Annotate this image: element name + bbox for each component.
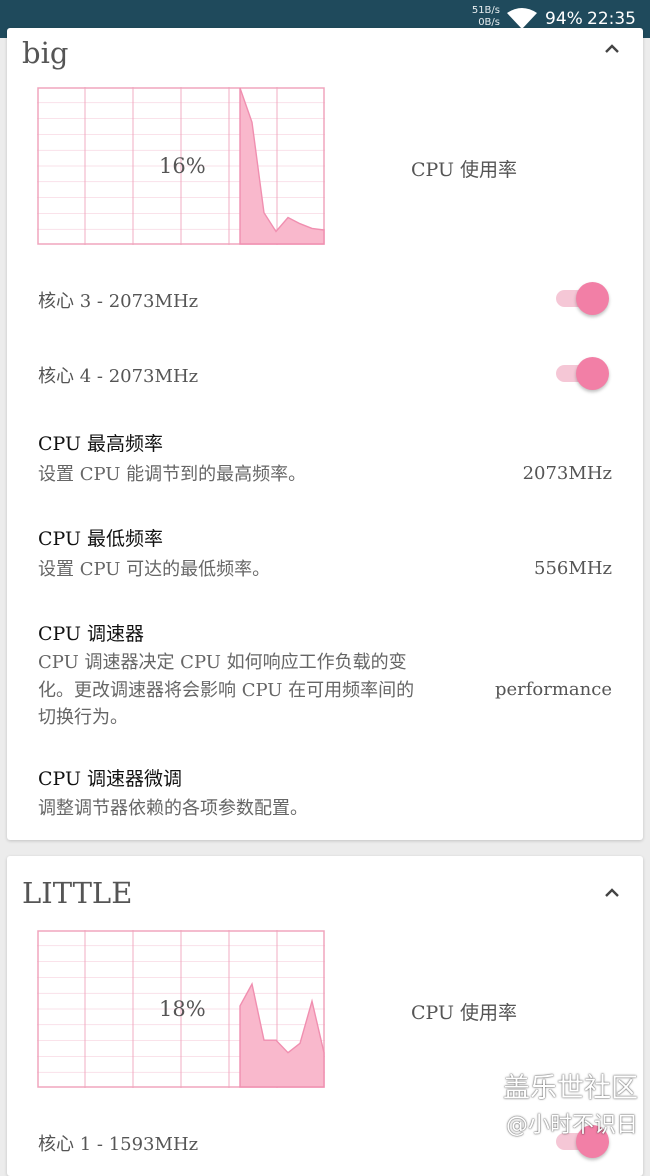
core-1-label: 核心 1 - 1593MHz: [38, 1134, 199, 1155]
big-cluster-card: big 16% CPU 使用率 核心 3 - 2073MHz 核心 4 - 20…: [7, 28, 643, 840]
governor-title: CPU 调速器: [38, 623, 145, 645]
battery-level: 94%: [545, 9, 583, 29]
governor-summary-line: CPU 调速器决定 CPU 如何响应工作负载的变: [38, 652, 407, 673]
min-frequency-value: 556MHz: [534, 558, 612, 579]
governor-tunables-summary: 调整调节器依赖的各项参数配置。: [38, 798, 308, 819]
cpu-usage-percent-little: 18%: [159, 997, 206, 1021]
governor-summary-line: 切换行为。: [38, 707, 128, 728]
core-3-toggle[interactable]: [552, 282, 612, 315]
network-speed: 51B/s 0B/s: [472, 5, 500, 29]
core-4-toggle[interactable]: [552, 357, 612, 390]
max-frequency-title: CPU 最高频率: [38, 433, 164, 455]
toggle-thumb: [576, 357, 609, 390]
cpu-usage-label-big: CPU 使用率: [411, 159, 518, 181]
governor-value: performance: [494, 679, 612, 700]
toggle-thumb: [576, 282, 609, 315]
min-frequency-title: CPU 最低频率: [38, 528, 164, 550]
cpu-usage-percent-big: 16%: [159, 154, 206, 178]
governor-summary-line: 化。更改调速器将会影响 CPU 在可用频率间的: [38, 680, 415, 701]
cpu-usage-label-little: CPU 使用率: [411, 1002, 518, 1024]
upload-speed: 51B/s: [471, 5, 500, 16]
max-frequency-summary: 设置 CPU 能调节到的最高频率。: [38, 464, 307, 485]
governor-tunables-title: CPU 调速器微调: [38, 768, 183, 790]
chevron-up-icon[interactable]: [603, 42, 621, 56]
wifi-icon: [507, 8, 537, 29]
min-frequency-summary: 设置 CPU 可达的最低频率。: [38, 559, 271, 580]
watermark-author: @小时不识日: [505, 1113, 638, 1138]
watermark-community: 盖乐世社区: [503, 1073, 638, 1104]
core-3-label: 核心 3 - 2073MHz: [38, 291, 199, 312]
cluster-title-big: big: [22, 36, 69, 70]
cluster-title-little: LITTLE: [22, 876, 133, 910]
core-4-label: 核心 4 - 2073MHz: [38, 366, 199, 387]
clock: 22:35: [587, 9, 636, 29]
chevron-up-icon[interactable]: [603, 886, 621, 900]
max-frequency-value: 2073MHz: [522, 463, 612, 484]
